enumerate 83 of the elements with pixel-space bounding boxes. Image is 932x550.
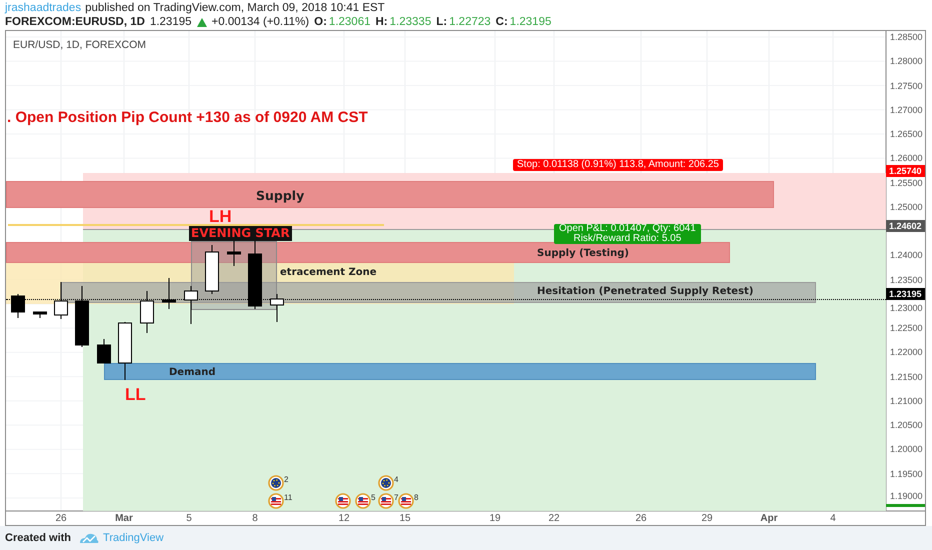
swing-marker: LL — [125, 385, 146, 404]
candle — [97, 338, 111, 364]
pnl-text: Risk/Reward Ratio: 5.05 — [573, 234, 682, 244]
price-tick: 1.27000 — [890, 104, 923, 116]
flag-icon[interactable] — [268, 475, 284, 491]
ohlc-value: 1.23195 — [510, 15, 552, 29]
date-tick: 26 — [55, 513, 67, 525]
zone-label: etracement Zone — [280, 266, 377, 280]
up-triangle-icon — [196, 18, 207, 26]
price-tick: 1.24000 — [890, 249, 923, 262]
date-tick: 8 — [252, 513, 258, 525]
ohlc-value: 1.23335 — [390, 15, 432, 29]
price-tick: 1.22000 — [890, 346, 923, 358]
price-tick: 1.19000 — [890, 490, 923, 502]
event-count: 4 — [394, 475, 398, 484]
zone-label: Demand — [169, 366, 216, 380]
price-tick: 1.23500 — [890, 274, 923, 286]
flag-icon[interactable] — [398, 493, 414, 509]
ohlc-value: 1.22723 — [449, 15, 491, 29]
level-line — [886, 504, 925, 507]
tradingview-link[interactable]: TradingView — [103, 530, 164, 546]
ohlc-label: O: — [314, 15, 327, 29]
price-tick: 1.19500 — [890, 468, 923, 480]
price-tick: 1.28500 — [890, 31, 923, 43]
price-tick: 1.20000 — [890, 443, 923, 456]
pattern-label: EVENING STAR — [189, 226, 292, 241]
ohlc-label: L: — [436, 15, 448, 29]
date-tick: 12 — [338, 513, 350, 525]
candle — [205, 244, 219, 294]
price-tick: 1.20500 — [890, 419, 923, 432]
ohlc-label: C: — [496, 15, 508, 29]
price-tick: 1.26500 — [890, 128, 923, 140]
price-tick: 1.26000 — [890, 152, 923, 164]
published-text: published on TradingView.com, March 09, 2018 10:41 EST — [85, 1, 385, 15]
author-link[interactable]: jrashaadtrades — [5, 1, 82, 15]
date-tick: Apr — [760, 513, 778, 525]
ohlc-label: H: — [376, 15, 388, 29]
created-with-text: Created with — [5, 530, 72, 546]
candle — [118, 322, 132, 380]
flag-icon[interactable] — [355, 493, 371, 509]
date-tick: Mar — [115, 513, 133, 525]
ohlc-value: 1.23061 — [328, 15, 370, 29]
date-tick: 22 — [548, 513, 560, 525]
flag-icon[interactable] — [378, 475, 394, 491]
date-tick: 26 — [635, 513, 647, 525]
event-count: 11 — [284, 493, 292, 502]
pip-count-note: . Open Position Pip Count +130 as of 0920 AM CST — [7, 108, 368, 128]
symbol-text: FOREXCOM:EURUSD, 1D — [5, 15, 145, 29]
price-tick: 1.23000 — [890, 302, 923, 314]
last-price: 1.23195 — [150, 15, 192, 29]
price-tag: 1.23195 — [886, 288, 925, 300]
date-tick: 29 — [701, 513, 713, 525]
date-tick: 4 — [830, 513, 836, 525]
candle — [33, 312, 47, 318]
chart-legend: EUR/USD, 1D, FOREXCOM — [13, 38, 146, 54]
date-tick: 15 — [399, 513, 411, 525]
zone-label: Supply — [256, 187, 304, 205]
price-tick: 1.25000 — [890, 200, 923, 213]
swing-marker: LH — [209, 207, 232, 226]
event-count: 5 — [371, 493, 376, 502]
price-tag: 1.24602 — [886, 220, 925, 232]
price-tick: 1.21000 — [890, 394, 923, 407]
zone-label: Supply (Testing) — [537, 247, 629, 261]
flag-icon[interactable] — [268, 493, 284, 509]
pnl-text: Open P&L: 0.01407, Qty: 6041 — [559, 224, 696, 234]
zone-label: Hesitation (Penetrated Supply Retest) — [537, 285, 754, 299]
price-tick: 1.22500 — [890, 322, 923, 334]
flag-icon[interactable] — [335, 493, 351, 509]
flag-icon[interactable] — [378, 493, 394, 509]
cloud-logo-icon — [79, 532, 100, 544]
event-count: 8 — [414, 493, 418, 502]
price-tick: 1.27500 — [890, 80, 923, 92]
price-tick: 1.21500 — [890, 370, 923, 383]
event-count: 7 — [394, 493, 398, 502]
price-tick: 1.28000 — [890, 55, 923, 68]
event-count: 2 — [284, 475, 288, 484]
price-tick: 1.25500 — [890, 176, 923, 189]
date-tick: 19 — [489, 513, 501, 525]
stop-label: Stop: 0.01138 (0.91%) 113.8, Amount: 206.25 — [513, 159, 723, 171]
price-change: +0.00134 (+0.11%) — [212, 15, 310, 29]
date-tick: 5 — [186, 513, 192, 525]
price-tag: 1.25740 — [886, 164, 925, 177]
candle — [227, 240, 241, 266]
